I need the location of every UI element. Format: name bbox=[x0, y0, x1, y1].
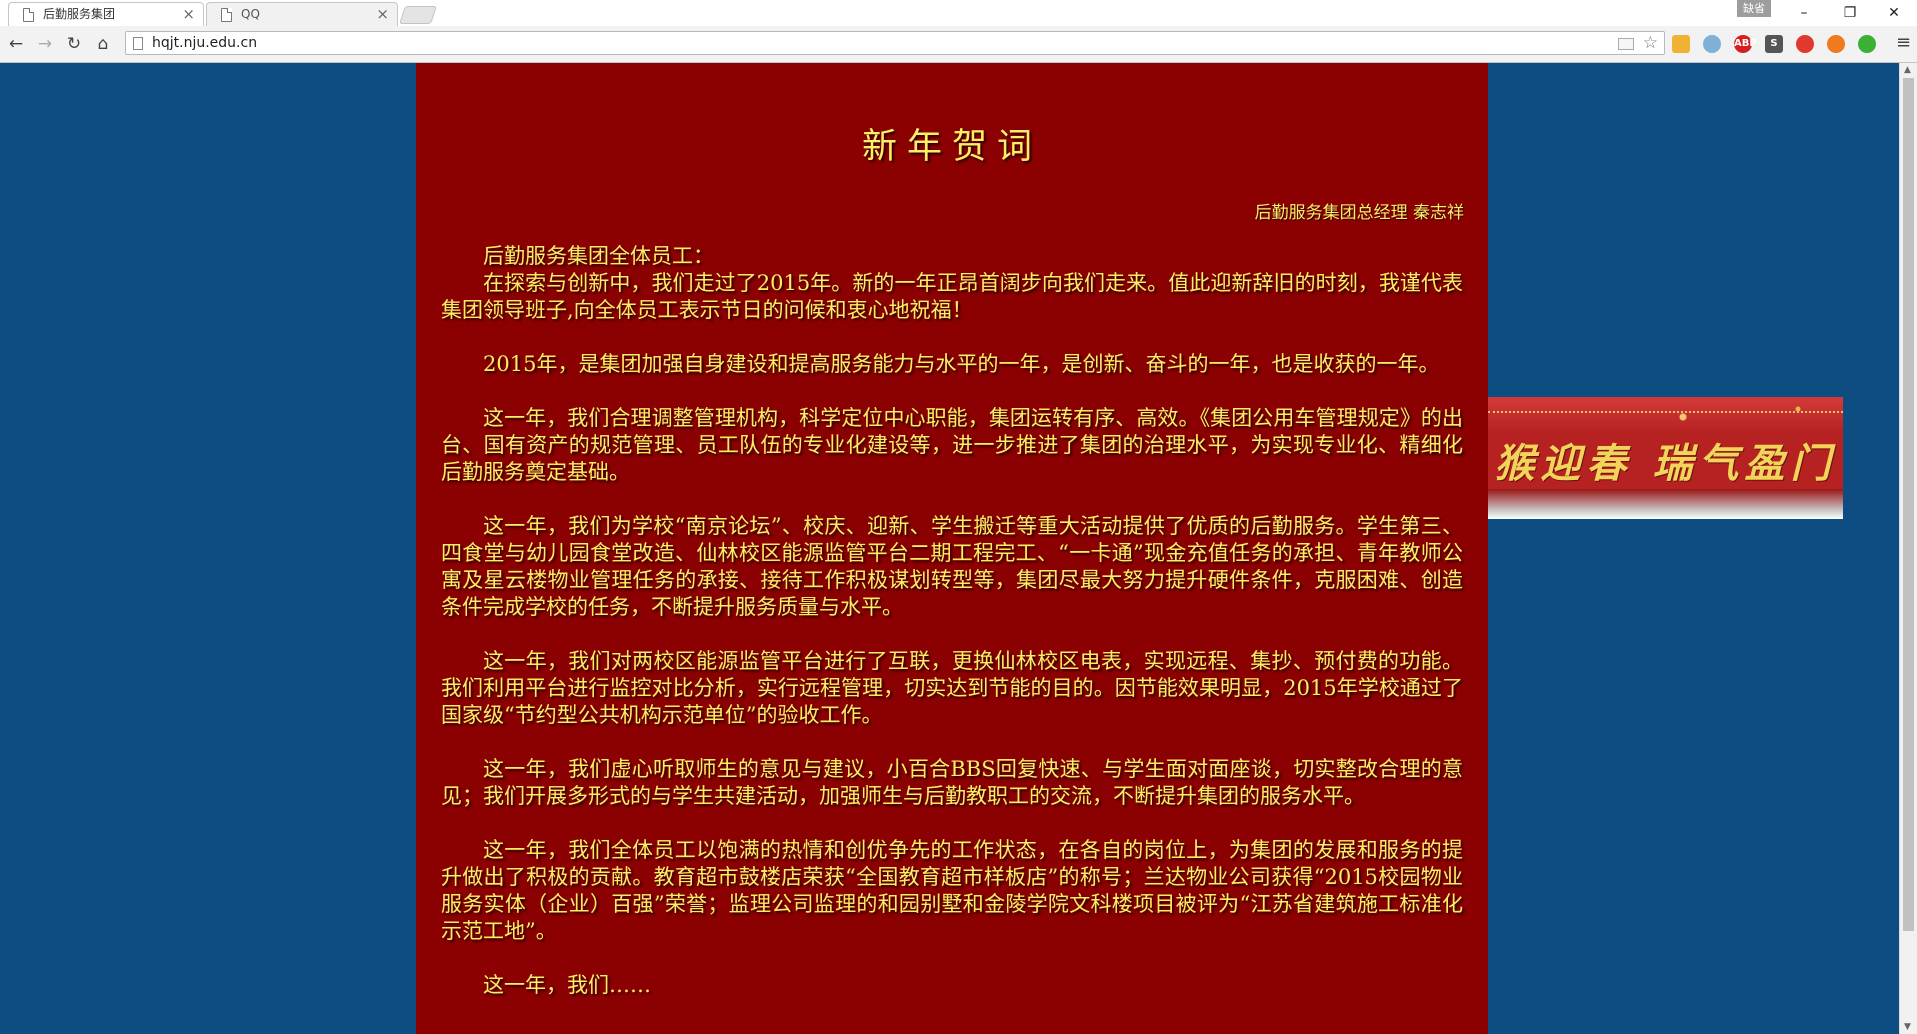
tab-strip: 后勤服务集团 × QQ × 缺省 – ❐ ✕ bbox=[0, 0, 1917, 26]
extension-orange-icon[interactable] bbox=[1827, 35, 1845, 53]
mail-icon[interactable] bbox=[1618, 38, 1634, 50]
paragraph: 这一年，我们合理调整管理机构，科学定位中心职能，集团运转有序、高效。《集团公用车… bbox=[441, 406, 1463, 484]
article-body: 后勤服务集团全体员工： 在探索与创新中，我们走过了2015年。新的一年正昂首阔步… bbox=[441, 243, 1463, 1026]
page-icon bbox=[133, 37, 143, 50]
address-bar[interactable]: hqjt.nju.edu.cn ☆ bbox=[125, 31, 1665, 55]
close-tab-icon[interactable]: × bbox=[182, 3, 195, 25]
paragraph: 2015年，是集团加强自身建设和提高服务能力与水平的一年，是创新、奋斗的一年，也… bbox=[483, 352, 1440, 376]
page-icon bbox=[23, 8, 34, 22]
restore-icon[interactable]: ❐ bbox=[1827, 0, 1873, 26]
scroll-up-icon[interactable]: ▲ bbox=[1904, 65, 1911, 75]
extension-red-icon[interactable] bbox=[1796, 35, 1814, 53]
tab-inactive[interactable]: QQ × bbox=[206, 2, 398, 26]
paragraph: 这一年，我们为学校“南京论坛”、校庆、迎新、学生搬迁等重大活动提供了优质的后勤服… bbox=[441, 514, 1463, 619]
back-icon[interactable]: ← bbox=[4, 32, 28, 56]
minimize-icon[interactable]: – bbox=[1781, 0, 1827, 26]
new-year-banner: 猴迎春 瑞气盈门 bbox=[1488, 397, 1843, 519]
vertical-scrollbar[interactable]: ▲ ▼ bbox=[1899, 63, 1917, 1034]
paragraph: 这一年，我们…… bbox=[483, 973, 651, 997]
close-tab-icon[interactable]: × bbox=[376, 3, 389, 25]
paragraph: 这一年，我们虚心听取师生的意见与建议，小百合BBS回复快速、与学生面对面座谈，切… bbox=[441, 757, 1463, 808]
page-title: 新年贺词 bbox=[861, 127, 1042, 167]
home-icon[interactable]: ⌂ bbox=[91, 32, 115, 56]
profile-button[interactable]: 缺省 bbox=[1737, 0, 1771, 17]
forward-icon[interactable]: → bbox=[33, 32, 57, 56]
banner-ribbon bbox=[1488, 489, 1843, 519]
menu-icon[interactable]: ≡ bbox=[1896, 32, 1911, 53]
adblock-icon[interactable]: ABP bbox=[1734, 35, 1757, 53]
reload-icon[interactable]: ↻ bbox=[62, 32, 86, 56]
scroll-down-icon[interactable]: ▼ bbox=[1904, 1022, 1911, 1032]
tab-title: QQ bbox=[241, 7, 260, 21]
close-window-icon[interactable]: ✕ bbox=[1871, 0, 1917, 26]
page-icon bbox=[221, 8, 232, 22]
banner-slogan: 猴迎春 瑞气盈门 bbox=[1494, 440, 1837, 487]
extension-globe-icon[interactable] bbox=[1703, 35, 1721, 53]
greeting: 后勤服务集团全体员工： bbox=[483, 244, 714, 268]
new-tab-button[interactable] bbox=[399, 6, 437, 24]
paragraph: 这一年，我们对两校区能源监管平台进行了互联，更换仙林校区电表，实现远程、集抄、预… bbox=[441, 649, 1463, 727]
extension-folder-icon[interactable] bbox=[1672, 35, 1690, 53]
browser-toolbar: ← → ↻ ⌂ hqjt.nju.edu.cn ☆ ABP S ≡ bbox=[0, 26, 1917, 63]
author-line: 后勤服务集团总经理 秦志祥 bbox=[1254, 203, 1464, 223]
url-text: hqjt.nju.edu.cn bbox=[152, 35, 258, 51]
bookmark-star-icon[interactable]: ☆ bbox=[1643, 32, 1658, 54]
article-panel: 新年贺词 后勤服务集团总经理 秦志祥 后勤服务集团全体员工： 在探索与创新中，我… bbox=[416, 63, 1488, 1034]
paragraph: 这一年，我们全体员工以饱满的热情和创优争先的工作状态，在各自的岗位上，为集团的发… bbox=[441, 838, 1463, 943]
page-viewport: 新年贺词 后勤服务集团总经理 秦志祥 后勤服务集团全体员工： 在探索与创新中，我… bbox=[0, 63, 1899, 1034]
scrollbar-thumb[interactable] bbox=[1903, 78, 1914, 931]
extension-s-icon[interactable]: S bbox=[1765, 35, 1783, 53]
paragraph: 在探索与创新中，我们走过了2015年。新的一年正昂首阔步向我们走来。值此迎新辞旧… bbox=[441, 271, 1463, 322]
tab-active[interactable]: 后勤服务集团 × bbox=[8, 2, 204, 26]
tab-title: 后勤服务集团 bbox=[43, 7, 116, 21]
wechat-icon[interactable] bbox=[1858, 35, 1876, 53]
firework-decoration bbox=[1768, 397, 1828, 429]
